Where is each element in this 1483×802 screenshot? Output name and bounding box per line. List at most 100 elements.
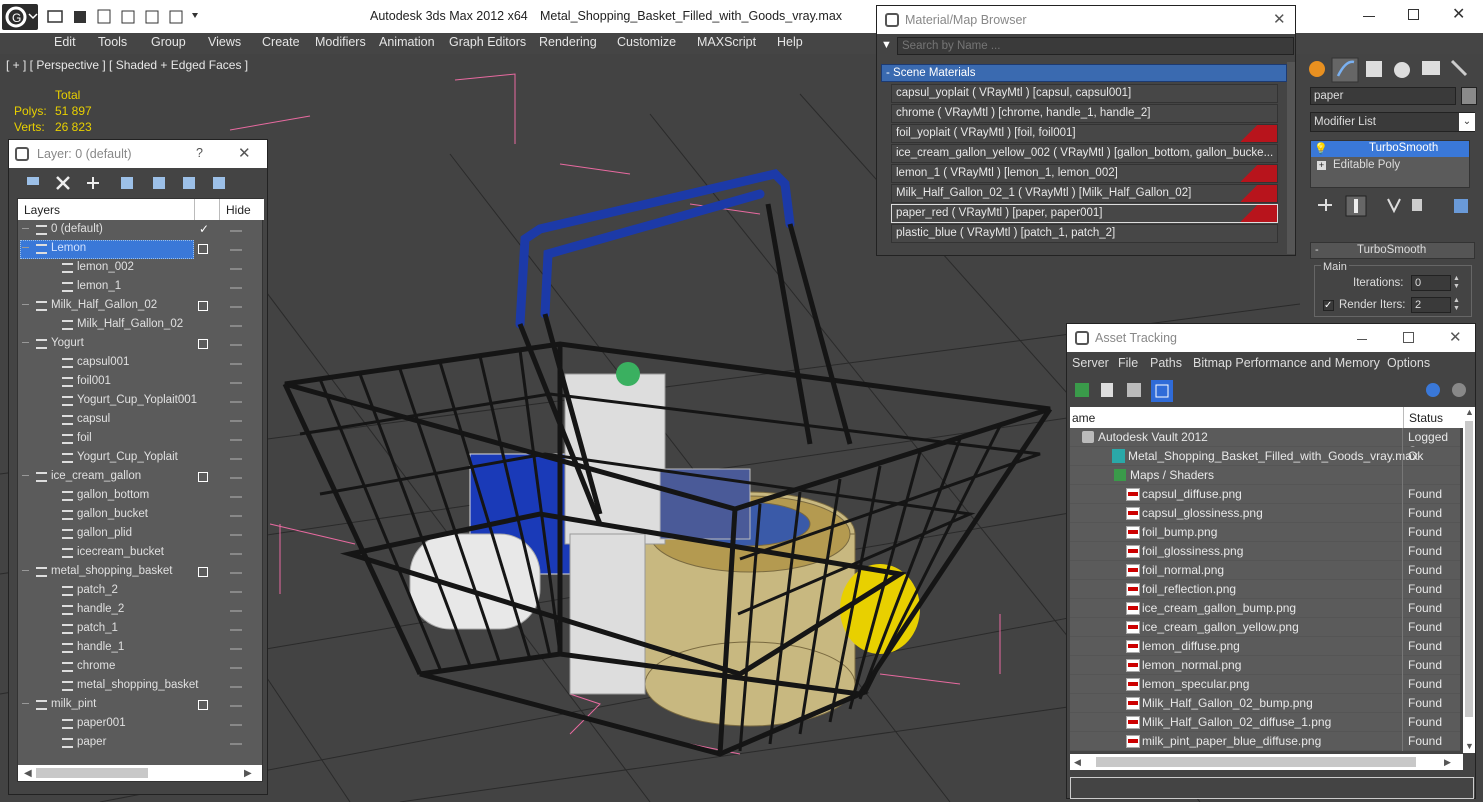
hide-toggle[interactable] xyxy=(230,363,242,365)
asset-row[interactable]: foil_reflection.png Found xyxy=(1070,580,1460,599)
material-row[interactable]: plastic_blue ( VRayMtl ) [patch_1, patch… xyxy=(891,224,1278,243)
layer-row[interactable]: gallon_bucket xyxy=(18,506,262,525)
add-to-layer-icon[interactable] xyxy=(198,339,208,349)
hide-toggle[interactable] xyxy=(230,667,242,669)
asset-row[interactable]: capsul_diffuse.png Found xyxy=(1070,485,1460,504)
layer-row[interactable]: Yogurt xyxy=(18,335,262,354)
app-logo-icon[interactable]: G xyxy=(2,4,38,30)
asset-row[interactable]: capsul_glossiness.png Found xyxy=(1070,504,1460,523)
layer-row[interactable]: ice_cream_gallon xyxy=(18,468,262,487)
hide-toggle[interactable] xyxy=(230,686,242,688)
layer-row[interactable]: icecream_bucket xyxy=(18,544,262,563)
modifier-list-dropdown[interactable]: Modifier List ⌄ xyxy=(1310,112,1475,132)
material-row[interactable]: paper_red ( VRayMtl ) [paper, paper001] xyxy=(891,204,1278,223)
layer-row[interactable]: lemon_1 xyxy=(18,278,262,297)
maximize-icon[interactable] xyxy=(1408,9,1419,20)
render-iters-spinner-arrows[interactable]: ▲ ▼ xyxy=(1453,297,1460,313)
layer-row[interactable]: paper001 xyxy=(18,715,262,734)
layer-row[interactable]: gallon_bottom xyxy=(18,487,262,506)
stack-item-turbosmooth[interactable]: 💡 TurboSmooth xyxy=(1311,141,1469,157)
asset-menu-options[interactable]: Options xyxy=(1387,356,1430,370)
minimize-icon[interactable] xyxy=(1363,16,1375,17)
hide-toggle[interactable] xyxy=(230,705,242,707)
layers-hscrollbar[interactable]: ◀ ▶ xyxy=(18,765,262,781)
menu-rendering[interactable]: Rendering xyxy=(539,35,597,49)
object-color-swatch[interactable] xyxy=(1461,87,1477,105)
render-iters-spinner[interactable] xyxy=(1411,297,1451,313)
asset-menu-paths[interactable]: Paths xyxy=(1150,356,1182,370)
turbosmooth-rollout-header[interactable]: - TurboSmooth xyxy=(1310,242,1475,259)
hide-toggle[interactable] xyxy=(230,743,242,745)
menu-modifiers[interactable]: Modifiers xyxy=(315,35,366,49)
layer-row[interactable]: patch_1 xyxy=(18,620,262,639)
asset-row[interactable]: foil_bump.png Found xyxy=(1070,523,1460,542)
collapse-icon[interactable] xyxy=(22,304,29,305)
layer-row[interactable]: gallon_plid xyxy=(18,525,262,544)
layer-row[interactable]: Yogurt_Cup_Yoplait xyxy=(18,449,262,468)
status-column-header[interactable]: Status xyxy=(1409,411,1443,425)
material-row[interactable]: capsul_yoplait ( VRayMtl ) [capsul, caps… xyxy=(891,84,1278,103)
collapse-icon[interactable] xyxy=(22,247,29,248)
hide-toggle[interactable] xyxy=(230,439,242,441)
hide-toggle[interactable] xyxy=(230,496,242,498)
menu-create[interactable]: Create xyxy=(262,35,300,49)
menu-tools[interactable]: Tools xyxy=(98,35,127,49)
asset-row[interactable]: Milk_Half_Gallon_02_diffuse_1.png Found xyxy=(1070,713,1460,732)
close-icon[interactable]: ✕ xyxy=(1273,10,1286,28)
hide-toggle[interactable] xyxy=(230,572,242,574)
add-to-layer-icon[interactable] xyxy=(198,301,208,311)
hide-toggle[interactable] xyxy=(230,306,242,308)
name-column-header[interactable]: ame xyxy=(1072,411,1095,425)
browser-vscrollbar[interactable] xyxy=(1287,62,1295,254)
menu-animation[interactable]: Animation xyxy=(379,35,435,49)
iterations-spinner-arrows[interactable]: ▲ ▼ xyxy=(1453,275,1460,291)
asset-row[interactable]: foil_normal.png Found xyxy=(1070,561,1460,580)
material-row[interactable]: chrome ( VRayMtl ) [chrome, handle_1, ha… xyxy=(891,104,1278,123)
asset-row[interactable]: Metal_Shopping_Basket_Filled_with_Goods_… xyxy=(1070,447,1460,466)
asset-vscrollbar[interactable]: ▲ ▼ xyxy=(1463,407,1475,753)
add-to-layer-icon[interactable] xyxy=(198,700,208,710)
asset-row[interactable]: ice_cream_gallon_bump.png Found xyxy=(1070,599,1460,618)
layer-row[interactable]: handle_2 xyxy=(18,601,262,620)
layer-row[interactable]: capsul xyxy=(18,411,262,430)
close-icon[interactable]: ✕ xyxy=(238,144,251,162)
object-name-input[interactable] xyxy=(1310,87,1456,105)
layer-dialog-titlebar[interactable]: Layer: 0 (default) ? ✕ xyxy=(9,140,267,168)
material-browser-titlebar[interactable]: Material/Map Browser ✕ xyxy=(877,6,1295,34)
layer-row[interactable]: lemon_002 xyxy=(18,259,262,278)
asset-row[interactable]: lemon_normal.png Found xyxy=(1070,656,1460,675)
menu-edit[interactable]: Edit xyxy=(54,35,76,49)
menu-customize[interactable]: Customize xyxy=(617,35,676,49)
hide-toggle[interactable] xyxy=(230,287,242,289)
help-button[interactable]: ? xyxy=(196,146,203,160)
hide-toggle[interactable] xyxy=(230,629,242,631)
options-dropdown-icon[interactable]: ▼ xyxy=(881,39,892,51)
layers-column-header[interactable]: Layers xyxy=(24,203,60,217)
layer-row[interactable]: 0 (default) ✓ xyxy=(18,221,262,240)
menu-views[interactable]: Views xyxy=(208,35,241,49)
current-layer-check-icon[interactable]: ✓ xyxy=(199,222,209,236)
asset-row[interactable]: lemon_specular.png Found xyxy=(1070,675,1460,694)
collapse-icon[interactable] xyxy=(22,475,29,476)
asset-menu-server[interactable]: Server xyxy=(1072,356,1109,370)
layer-row[interactable]: handle_1 xyxy=(18,639,262,658)
layer-row[interactable]: Lemon xyxy=(18,240,262,259)
asset-menu-file[interactable]: File xyxy=(1118,356,1138,370)
menu-graph-editors[interactable]: Graph Editors xyxy=(449,35,526,49)
collapse-icon[interactable] xyxy=(22,228,29,229)
hide-toggle[interactable] xyxy=(230,591,242,593)
material-row[interactable]: ice_cream_gallon_yellow_002 ( VRayMtl ) … xyxy=(891,144,1278,163)
minimize-icon[interactable] xyxy=(1357,339,1367,340)
expand-icon[interactable]: + xyxy=(1317,161,1326,170)
hide-toggle[interactable] xyxy=(230,230,242,232)
layer-row[interactable]: patch_2 xyxy=(18,582,262,601)
hide-toggle[interactable] xyxy=(230,420,242,422)
menu-group[interactable]: Group xyxy=(151,35,186,49)
layer-row[interactable]: chrome xyxy=(18,658,262,677)
hide-toggle[interactable] xyxy=(230,553,242,555)
viewport-label[interactable]: [ + ] [ Perspective ] [ Shaded + Edged F… xyxy=(6,58,248,72)
asset-row[interactable]: ice_cream_gallon_yellow.png Found xyxy=(1070,618,1460,637)
asset-row[interactable]: Autodesk Vault 2012Logged O xyxy=(1070,428,1460,458)
layer-row[interactable]: Milk_Half_Gallon_02 xyxy=(18,316,262,335)
lightbulb-icon[interactable]: 💡 xyxy=(1314,142,1328,155)
